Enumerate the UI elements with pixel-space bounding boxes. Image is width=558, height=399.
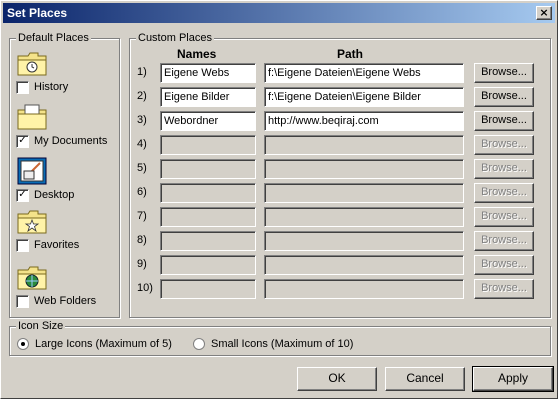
close-icon: × [539,6,549,19]
place-name-input[interactable] [160,159,256,179]
browse-button[interactable]: Browse... [474,135,534,155]
place-name-input[interactable] [160,279,256,299]
web-folders-checkbox-row[interactable]: Web Folders [16,294,96,308]
favorites-checkbox[interactable] [16,238,29,252]
place-my-documents: ✓ My Documents [16,101,116,151]
apply-button[interactable]: Apply [472,366,554,392]
place-path-input[interactable] [264,183,464,203]
place-path-input[interactable]: http://www.beqiraj.com [264,111,464,131]
desktop-icon [17,157,47,185]
row-number: 3) [137,114,147,126]
web-folders-icon [17,266,47,290]
history-folder-icon [17,52,47,76]
place-desktop: ✓ Desktop [16,155,116,205]
place-name-input[interactable]: Webordner [160,111,256,131]
place-path-input[interactable] [264,159,464,179]
row-number: 5) [137,162,147,174]
browse-button[interactable]: Browse... [474,63,534,83]
row-number: 4) [137,138,147,150]
row-number: 9) [137,258,147,270]
my-documents-label: My Documents [34,135,108,147]
close-button[interactable]: × [536,6,552,20]
place-name-input[interactable] [160,183,256,203]
small-icons-option[interactable]: Small Icons (Maximum of 10) [193,338,353,350]
browse-button[interactable]: Browse... [474,183,534,203]
favorites-label: Favorites [34,239,80,251]
names-column-header: Names [177,47,217,61]
favorites-folder-icon [17,210,47,234]
small-icons-label: Small Icons (Maximum of 10) [211,338,354,350]
browse-button[interactable]: Browse... [474,255,534,275]
title-bar: Set Places × [3,3,555,23]
row-number: 6) [137,186,147,198]
place-name-input[interactable] [160,207,256,227]
window-title: Set Places [7,6,68,20]
row-number: 7) [137,210,147,222]
my-documents-checkbox-row[interactable]: ✓ My Documents [16,134,107,148]
web-folders-label: Web Folders [34,295,97,307]
place-path-input[interactable] [264,231,464,251]
place-path-input[interactable] [264,279,464,299]
browse-button[interactable]: Browse... [474,87,534,107]
row-number: 1) [137,66,147,78]
place-path-input[interactable] [264,255,464,275]
default-places-group: Default Places History ✓ My Documents ✓ … [9,32,120,318]
place-name-input[interactable] [160,135,256,155]
small-icons-radio[interactable] [193,338,205,350]
browse-button[interactable]: Browse... [474,111,534,131]
desktop-checkbox-row[interactable]: ✓ Desktop [16,188,74,202]
large-icons-label: Large Icons (Maximum of 5) [35,338,172,350]
browse-button[interactable]: Browse... [474,159,534,179]
place-favorites: Favorites [16,205,116,255]
favorites-checkbox-row[interactable]: Favorites [16,238,79,252]
ok-button[interactable]: OK [297,367,377,391]
place-web-folders: Web Folders [16,261,116,311]
row-number: 10) [137,282,153,294]
icon-size-label: Icon Size [16,320,66,332]
place-path-input[interactable]: f:\Eigene Dateien\Eigene Bilder [264,87,464,107]
place-name-input[interactable] [160,231,256,251]
browse-button[interactable]: Browse... [474,279,534,299]
my-documents-checkbox[interactable]: ✓ [16,134,29,148]
place-history: History [16,47,116,97]
history-checkbox[interactable] [16,80,29,94]
large-icons-option[interactable]: Large Icons (Maximum of 5) [17,338,172,350]
browse-button[interactable]: Browse... [474,207,534,227]
place-path-input[interactable] [264,207,464,227]
custom-places-label: Custom Places [136,32,214,44]
history-checkbox-row[interactable]: History [16,80,68,94]
my-documents-folder-icon [17,104,47,130]
history-label: History [34,81,69,93]
place-path-input[interactable] [264,135,464,155]
place-name-input[interactable]: Eigene Webs [160,63,256,83]
place-path-input[interactable]: f:\Eigene Dateien\Eigene Webs [264,63,464,83]
place-name-input[interactable] [160,255,256,275]
path-column-header: Path [337,47,364,61]
row-number: 2) [137,90,147,102]
set-places-dialog: Set Places × Default Places History ✓ My… [0,0,558,399]
web-folders-checkbox[interactable] [16,294,29,308]
place-name-input[interactable]: Eigene Bilder [160,87,256,107]
row-number: 8) [137,234,147,246]
large-icons-radio[interactable] [17,338,29,350]
cancel-button[interactable]: Cancel [385,367,465,391]
desktop-checkbox[interactable]: ✓ [16,188,29,202]
default-places-label: Default Places [16,32,91,44]
browse-button[interactable]: Browse... [474,231,534,251]
desktop-label: Desktop [34,189,75,201]
